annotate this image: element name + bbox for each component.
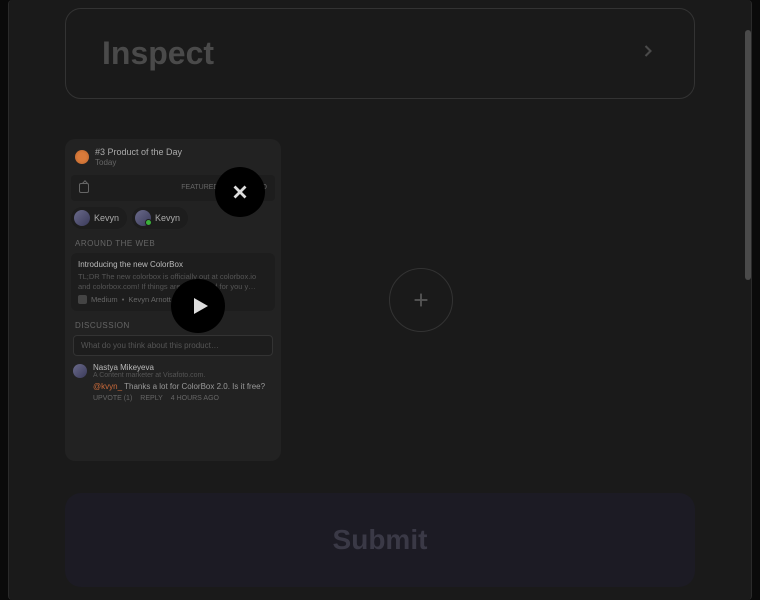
comment-text: @kvyn_ Thanks a lot for ColorBox 2.0. Is… <box>93 382 265 391</box>
reply-button[interactable]: REPLY <box>140 395 162 402</box>
share-icon[interactable] <box>79 183 89 193</box>
maker-name: Kevyn <box>155 213 180 223</box>
inspect-panel[interactable]: Inspect <box>65 8 695 99</box>
submit-panel[interactable]: Submit <box>65 493 695 587</box>
app-frame: Inspect #3 Product of the Day Today <box>8 0 752 600</box>
maker-name: Kevyn <box>94 213 119 223</box>
media-tile-1[interactable]: #3 Product of the Day Today FEATURED 5 Y… <box>65 139 281 461</box>
badge-subtitle: Today <box>95 158 182 167</box>
avatar <box>135 210 151 226</box>
web-card-title: Introducing the new ColorBox <box>78 260 268 269</box>
comment: Nastya Mikeyeva A Content marketer at Vi… <box>71 363 275 402</box>
web-source: Medium <box>91 295 118 304</box>
play-button[interactable] <box>171 279 225 333</box>
badge-title: #3 Product of the Day <box>95 147 182 158</box>
discussion-label: DISCUSSION <box>75 321 275 330</box>
media-gallery: #3 Product of the Day Today FEATURED 5 Y… <box>65 139 695 461</box>
web-card-desc: TL;DR The new colorbox is officially out… <box>78 272 268 292</box>
product-badge: #3 Product of the Day Today <box>71 145 275 169</box>
around-web-label: AROUND THE WEB <box>75 239 275 248</box>
comment-time: 4 HOURS AGO <box>171 395 219 402</box>
maker-pill[interactable]: Kevyn <box>132 207 188 229</box>
dot-separator: • <box>122 295 125 304</box>
add-media-button[interactable] <box>389 268 453 332</box>
chevron-right-icon <box>638 41 658 66</box>
medal-icon <box>75 150 89 164</box>
avatar <box>73 364 87 378</box>
scrollbar[interactable] <box>745 30 751 280</box>
comment-author: Nastya Mikeyeva <box>93 363 265 372</box>
comment-body-text: Thanks a lot for ColorBox 2.0. Is it fre… <box>124 382 265 391</box>
comment-role: A Content marketer at Visafoto.com. <box>93 372 265 379</box>
upvote-button[interactable]: UPVOTE (1) <box>93 395 132 402</box>
discussion-input[interactable]: What do you think about this product… <box>73 335 273 356</box>
maker-pill[interactable]: Kevyn <box>71 207 127 229</box>
mention[interactable]: @kvyn_ <box>93 382 122 391</box>
add-media-slot <box>313 139 529 461</box>
web-author: Kevyn Arnott <box>128 295 171 304</box>
remove-media-button[interactable] <box>215 167 265 217</box>
inspect-title: Inspect <box>102 35 214 72</box>
submit-label: Submit <box>333 524 428 556</box>
source-icon <box>78 295 87 304</box>
avatar <box>74 210 90 226</box>
